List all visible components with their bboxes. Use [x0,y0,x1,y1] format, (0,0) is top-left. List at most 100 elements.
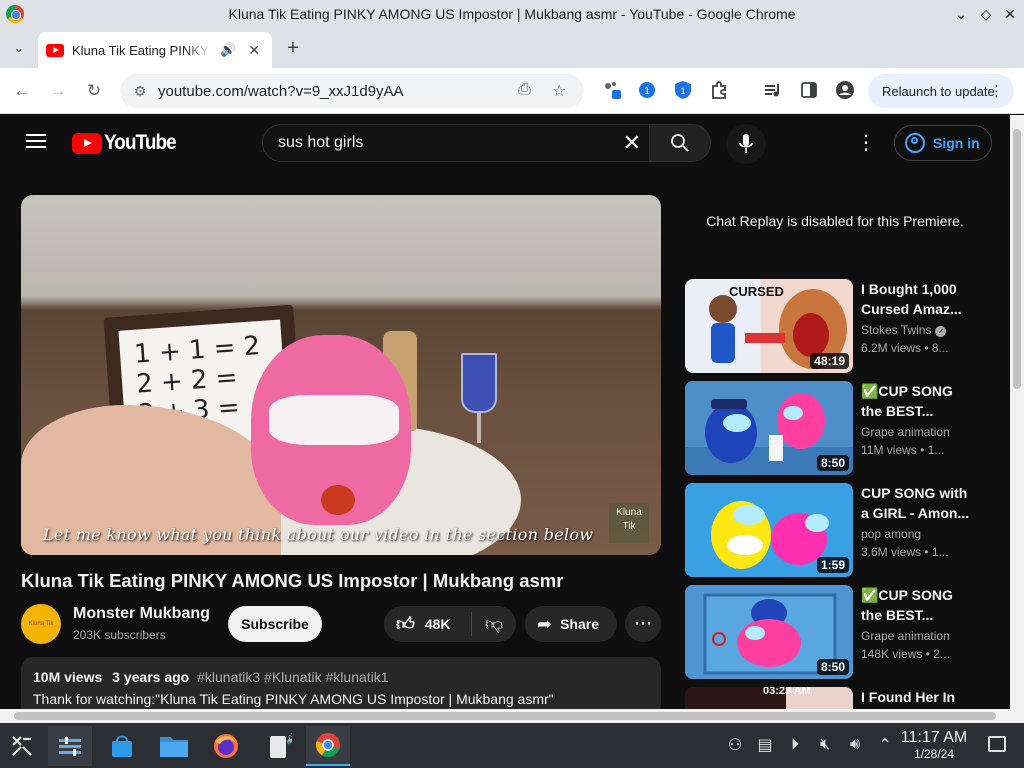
sign-in-button[interactable]: Sign in [894,125,992,161]
description-box[interactable]: 10M views 3 years ago #klunatik3 #Klunat… [21,657,661,717]
share-button[interactable]: ➦ Share [525,606,617,642]
volume-icon[interactable]: 🔊︎ [840,736,870,754]
back-button[interactable]: ← [11,80,33,102]
search-button[interactable] [649,124,711,162]
video-title[interactable]: ✅CUP SONG the BEST... [861,381,971,421]
app-launcher-icon[interactable] [0,726,44,766]
file-manager-icon[interactable] [152,726,196,766]
minimize-button[interactable]: ⌄ [952,5,970,23]
channel-name[interactable]: Stokes Twins ✓ [861,323,947,337]
settings-more-button[interactable]: ⋮ [854,130,878,156]
youtube-favicon-icon [46,43,64,57]
video-thumbnail[interactable]: 03:23 AM [685,687,853,709]
vertical-scrollbar[interactable] [1010,115,1024,709]
youtube-play-icon [72,132,102,154]
chrome-menu-icon[interactable]: ⋮ [989,82,1004,100]
microphone-icon [739,134,753,153]
video-title[interactable]: CUP SONG with a GIRL - Amon... [861,483,971,523]
svg-text:1: 1 [680,86,685,96]
url-text[interactable]: youtube.com/watch?v=9_xxJ1d9yAA [158,83,404,100]
search-icon [671,134,689,152]
voice-search-button[interactable] [726,124,766,164]
search-query[interactable]: sus hot girls [278,134,623,152]
video-duration: 1:59 [816,557,849,573]
channel-avatar[interactable]: Kluna Tik [21,604,61,644]
more-actions-button[interactable]: ⋯ [625,606,661,642]
profile-avatar-icon[interactable] [835,80,855,100]
install-app-icon[interactable]: ⎙ [518,81,531,99]
youtube-logo[interactable]: YouTube [72,130,184,156]
video-title[interactable]: I Bought 1,000 Cursed Amaz... [861,279,971,319]
system-settings-icon[interactable] [48,726,92,766]
window-titlebar: Kluna Tik Eating PINKY AMONG US Impostor… [0,0,1024,28]
subscribe-button[interactable]: Subscribe [228,606,322,642]
video-meta: 3.6M views • 1... [861,545,949,559]
maximize-button[interactable]: ◇ [977,5,995,23]
video-thumbnail[interactable]: 8:50 [685,585,853,679]
media-controls-icon[interactable] [763,80,783,100]
video-thumbnail[interactable]: 1:59 [685,483,853,577]
search-input[interactable]: sus hot girls ✕ [262,124,650,162]
recommended-video[interactable]: 03:23 AM I Found Her In [685,687,985,709]
hamburger-menu-icon[interactable] [24,130,48,154]
relaunch-label: Relaunch to update [882,83,995,99]
show-desktop-button[interactable] [988,736,1006,752]
recommended-video[interactable]: 1:59 CUP SONG with a GIRL - Amon... pop … [685,483,985,577]
muted-speaker-icon[interactable]: 🔇︎ [810,736,840,754]
audio-playing-icon[interactable]: 🔊 [220,42,236,58]
account-icon [905,133,925,153]
tab-youtube[interactable]: Kluna Tik Eating PINKY AMONG US Impostor… [38,32,272,68]
scroll-corner [1010,709,1024,723]
video-thumbnail[interactable]: CURSED 48:19 [685,279,853,373]
channel-watermark[interactable]: Kluna Tik [609,503,649,543]
channel-name[interactable]: pop among [861,527,921,541]
extensions-puzzle-icon[interactable] [709,80,729,100]
clock[interactable]: 11:17 AM 1/28/24 [892,729,976,761]
scrollbar-thumb[interactable] [14,712,996,720]
video-player[interactable]: 1 + 1 = 2 2 + 2 = 2 + 3 = Let me know wh… [21,195,661,555]
clear-search-icon[interactable]: ✕ [623,130,641,156]
document-audio-icon[interactable]: 🔊 [256,726,300,766]
system-tray: ⚇ ▤ ⏵ 🔇︎ 🔊︎ ⌃ [720,730,900,760]
software-store-icon[interactable] [100,726,144,766]
video-title[interactable]: ✅CUP SONG the BEST... [861,585,971,625]
thumbnail-text: CURSED [729,284,784,299]
shield-extension-icon[interactable]: 1 [673,80,693,100]
close-tab-button[interactable]: ✕ [248,42,260,59]
horizontal-scrollbar[interactable] [0,709,1010,723]
address-bar[interactable]: ⚙ youtube.com/watch?v=9_xxJ1d9yAA ⎙ ☆ [120,74,584,108]
close-window-button[interactable]: ✕ [1001,5,1019,23]
relaunch-to-update-button[interactable]: Relaunch to update ⋮ [868,74,1014,108]
dislike-button[interactable]: 👎︎ [472,606,516,642]
recommended-video[interactable]: 8:50 ✅CUP SONG the BEST... Grape animati… [685,585,985,679]
clipboard-icon[interactable]: ▤ [750,735,780,755]
scrollbar-thumb[interactable] [1013,129,1021,389]
firefox-icon[interactable] [204,726,248,766]
chrome-taskbar-icon[interactable] [306,726,350,766]
hashtags[interactable]: #klunatik3 #Klunatik #klunatik1 [197,669,388,685]
tab-search-button[interactable]: ⌄ [8,37,30,59]
side-panel-icon[interactable] [799,80,819,100]
toy-band [269,395,399,445]
site-info-icon[interactable]: ⚙ [130,83,150,100]
recommended-video[interactable]: CURSED 48:19 I Bought 1,000 Cursed Amaz.… [685,279,985,373]
channel-name[interactable]: Grape animation [861,425,950,439]
video-thumbnail[interactable]: 8:50 [685,381,853,475]
reload-button[interactable]: ↻ [83,80,105,102]
forward-button[interactable]: → [47,80,69,102]
recommended-video[interactable]: 8:50 ✅CUP SONG the BEST... Grape animati… [685,381,985,475]
video-title[interactable]: I Found Her In [861,687,971,707]
user-icon[interactable]: ⚇ [720,735,750,755]
share-icon: ➦ [537,613,553,634]
channel-name[interactable]: Monster Mukbang [73,605,210,623]
channel-name[interactable]: Grape animation [861,629,950,643]
extension-badge-icon[interactable]: 1 [637,80,657,100]
bite-mark [321,485,355,515]
bookmark-star-icon[interactable]: ☆ [552,81,566,101]
extension-icon[interactable] [602,80,622,100]
media-player-icon[interactable]: ⏵ [780,736,810,754]
upload-age: 3 years ago [112,669,190,685]
new-tab-button[interactable]: + [282,37,304,59]
thumbs-down-icon: 👎︎ [484,614,504,634]
like-button[interactable]: 👍︎ 48K [384,606,472,642]
